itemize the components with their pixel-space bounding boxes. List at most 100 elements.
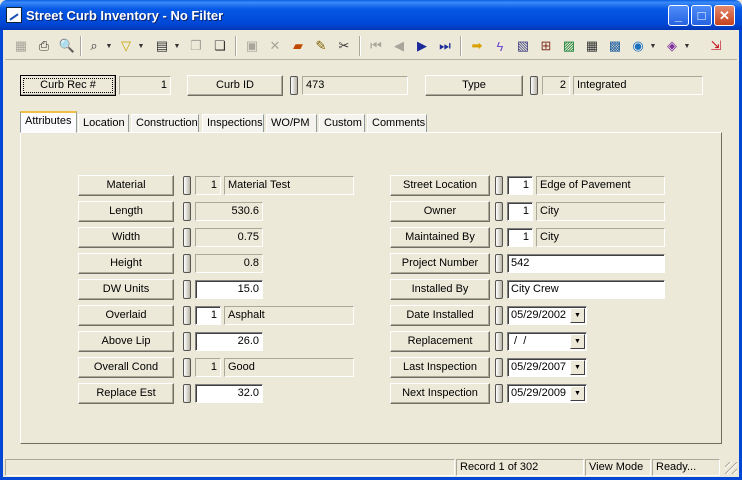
replacement-scroll-handle[interactable] [495,332,503,351]
tab-construction[interactable]: Construction [131,114,199,133]
nav-first-disabled-icon[interactable]: ⏮ [365,35,387,57]
scissors-icon[interactable]: ✂ [333,35,355,57]
next-inspection-picker[interactable]: 05/29/2009 ▼ [507,384,587,403]
last-inspection-picker[interactable]: 05/29/2007 ▼ [507,358,587,377]
width-button[interactable]: Width [78,227,174,248]
installed-by-button[interactable]: Installed By [390,279,490,300]
date-installed-scroll-handle[interactable] [495,306,503,325]
close-button[interactable]: ✕ [714,5,735,26]
date-installed-picker[interactable]: 05/29/2002 ▼ [507,306,587,325]
pencil-icon[interactable]: ✎ [310,35,332,57]
tree-icon[interactable]: ⊞ [535,35,557,57]
maintained-by-code-input[interactable]: 1 [507,228,533,247]
book-dropdown-icon[interactable]: ▼ [683,35,691,57]
replacement-date-picker[interactable]: / / ▼ [507,332,587,351]
next-inspection-scroll-handle[interactable] [495,384,503,403]
curb-id-scroll-handle[interactable] [290,76,298,95]
tab-location[interactable]: Location [78,114,129,133]
replacement-button[interactable]: Replacement [390,331,490,352]
chevron-down-icon[interactable]: ▼ [570,360,585,375]
binoculars-dropdown-icon[interactable]: ▼ [105,35,113,57]
book-icon[interactable]: ◈ [661,35,683,57]
curb-id-button[interactable]: Curb ID [187,75,283,96]
arrow-right-icon[interactable]: ➡ [466,35,488,57]
material-scroll-handle[interactable] [183,176,191,195]
street-location-code-input[interactable]: 1 [507,176,533,195]
delete-disabled-icon[interactable]: ✕ [264,35,286,57]
map-grid-icon[interactable]: ▩ [604,35,626,57]
form-view-dropdown-icon[interactable]: ▼ [173,35,181,57]
project-number-scroll-handle[interactable] [495,254,503,273]
print-preview-icon[interactable]: 🔍 [56,35,78,57]
chevron-down-icon[interactable]: ▼ [570,334,585,349]
nav-prev-disabled-icon[interactable]: ◀ [388,35,410,57]
nav-last-icon[interactable]: ⏭ [434,35,456,57]
resize-grip[interactable] [725,462,737,474]
length-scroll-handle[interactable] [183,202,191,221]
street-location-button[interactable]: Street Location [390,175,490,196]
material-button[interactable]: Material [78,175,174,196]
project-number-button[interactable]: Project Number [390,253,490,274]
copy-disabled-icon[interactable]: ❐ [185,35,207,57]
edit-cards-icon[interactable]: ▰ [287,35,309,57]
map-icon[interactable]: ▧ [512,35,534,57]
replace-est-input[interactable]: 32.0 [195,384,263,403]
minimize-button[interactable]: _ [668,5,689,26]
overlaid-scroll-handle[interactable] [183,306,191,325]
globe-dropdown-icon[interactable]: ▼ [649,35,657,57]
type-button[interactable]: Type [425,75,523,96]
first-record-disabled-icon[interactable]: ▦ [10,35,32,57]
maximize-button[interactable]: □ [691,5,712,26]
tab-custom[interactable]: Custom [319,114,365,133]
exit-icon[interactable]: ⇲ [705,35,727,57]
maintained-by-scroll-handle[interactable] [495,228,503,247]
above-lip-scroll-handle[interactable] [183,332,191,351]
overall-cond-button[interactable]: Overall Cond [78,357,174,378]
print-icon[interactable]: ⎙ [33,35,55,57]
calculator-icon[interactable]: ▦ [581,35,603,57]
tab-inspections[interactable]: Inspections [202,114,264,133]
lightning-icon[interactable]: ϟ [489,35,511,57]
overlaid-button[interactable]: Overlaid [78,305,174,326]
street-location-scroll-handle[interactable] [495,176,503,195]
copy-icon[interactable]: ❏ [209,35,231,57]
owner-button[interactable]: Owner [390,201,490,222]
above-lip-button[interactable]: Above Lip [78,331,174,352]
type-scroll-handle[interactable] [530,76,538,95]
save-disabled-icon[interactable]: ▣ [241,35,263,57]
width-scroll-handle[interactable] [183,228,191,247]
height-button[interactable]: Height [78,253,174,274]
owner-code-input[interactable]: 1 [507,202,533,221]
project-number-input[interactable]: 542 [507,254,665,273]
dw-units-scroll-handle[interactable] [183,280,191,299]
replace-est-scroll-handle[interactable] [183,384,191,403]
last-inspection-scroll-handle[interactable] [495,358,503,377]
tab-attributes[interactable]: Attributes [20,111,77,133]
form-view-icon[interactable]: ▤ [151,35,173,57]
binoculars-icon[interactable]: ⌕ [83,35,105,57]
nav-next-icon[interactable]: ▶ [411,35,433,57]
installed-by-input[interactable]: City Crew [507,280,665,299]
filter-dropdown-icon[interactable]: ▼ [137,35,145,57]
curb-rec-button[interactable]: Curb Rec # [20,75,116,96]
next-inspection-button[interactable]: Next Inspection [390,383,490,404]
overlaid-code-input[interactable]: 1 [195,306,221,325]
replace-est-button[interactable]: Replace Est [78,383,174,404]
globe-icon[interactable]: ◉ [627,35,649,57]
overall-cond-scroll-handle[interactable] [183,358,191,377]
length-button[interactable]: Length [78,201,174,222]
filter-icon[interactable]: ▽ [115,35,137,57]
chevron-down-icon[interactable]: ▼ [570,308,585,323]
dw-units-button[interactable]: DW Units [78,279,174,300]
app-icon[interactable] [6,7,22,23]
tab-comments[interactable]: Comments [367,114,427,133]
maintained-by-button[interactable]: Maintained By [390,227,490,248]
picture-icon[interactable]: ▨ [558,35,580,57]
chevron-down-icon[interactable]: ▼ [570,386,585,401]
height-scroll-handle[interactable] [183,254,191,273]
owner-scroll-handle[interactable] [495,202,503,221]
installed-by-scroll-handle[interactable] [495,280,503,299]
date-installed-button[interactable]: Date Installed [390,305,490,326]
dw-units-input[interactable]: 15.0 [195,280,263,299]
last-inspection-button[interactable]: Last Inspection [390,357,490,378]
